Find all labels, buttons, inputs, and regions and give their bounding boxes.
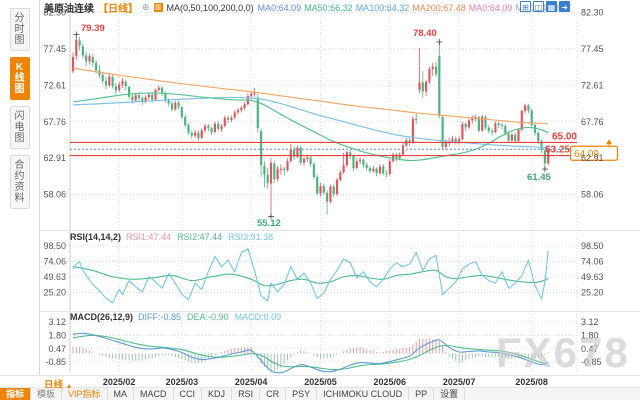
svg-text:58.06: 58.06	[43, 190, 66, 200]
toolbar-item-PSY[interactable]: PSY	[286, 388, 317, 400]
date-tick: 2025/04	[220, 377, 282, 387]
toolbar-item-CR[interactable]: CR	[260, 388, 286, 400]
sidebar-tab-2[interactable]: 闪电图	[10, 106, 30, 149]
svg-text:77.45: 77.45	[581, 44, 604, 54]
indicator-params: MACD(26,12,9)	[70, 312, 133, 322]
toolbar-item-模板[interactable]: 模板	[31, 388, 62, 400]
sidebar-tab-0[interactable]: 分时图	[10, 8, 30, 51]
svg-text:55.12: 55.12	[257, 218, 281, 229]
toolbar-item-KDJ[interactable]: KDJ	[202, 388, 232, 400]
svg-text:67.76: 67.76	[581, 117, 604, 127]
candlestick-chart[interactable]: 65.0063.2564.0979.3978.4055.1261.4582.30…	[0, 0, 640, 400]
sidebar: 分时图 K线图闪电图合约资料	[0, 0, 40, 388]
date-tick: 2025/06	[359, 377, 421, 387]
rsi-legend: RSI(14,14,2) RSI1:47.44 RSI2:47.44 RSI3:91.…	[70, 232, 279, 242]
svg-text:1.80: 1.80	[581, 330, 599, 340]
svg-text:49.63: 49.63	[43, 272, 66, 282]
indicator-value: RSI1:47.44	[126, 232, 171, 242]
indicator-value: RSI3:91.38	[228, 232, 273, 242]
ma-values: MA0:64.09MA50:66.32MA100:64.32MA200:67.4…	[258, 3, 562, 13]
toolbar-item-ICHIMOKU CLOUD[interactable]: ICHIMOKU CLOUD	[317, 388, 409, 400]
indicator-value: RSI2:47.44	[177, 232, 222, 242]
expand-icon[interactable]: ➜	[559, 1, 570, 12]
macd-legend: MACD(26,12,9) DIFF:-0.85 DEA:-0.90 MACD:0.0…	[70, 312, 287, 322]
svg-text:0.47: 0.47	[581, 344, 599, 354]
svg-text:-0.85: -0.85	[45, 357, 66, 367]
toolbar-item-VIP指标[interactable]: VIP指标	[62, 388, 108, 400]
line-chart-icon[interactable]: ◫	[533, 1, 544, 12]
toolbar-item-MA[interactable]: MA	[108, 388, 135, 400]
ma-value: MA100:64.32	[356, 3, 410, 13]
indicator-value: MACD:0.09	[235, 312, 282, 322]
ma-value: MA0:64.09	[258, 3, 302, 13]
indicator-params: RSI(14,14,2)	[70, 232, 121, 242]
svg-text:49.63: 49.63	[581, 272, 604, 282]
chart-app: 65.0063.2564.0979.3978.4055.1261.4582.30…	[0, 0, 640, 400]
svg-text:74.06: 74.06	[43, 256, 66, 266]
svg-text:3.12: 3.12	[48, 317, 66, 327]
date-tick: 2025/05	[290, 377, 352, 387]
svg-text:62.91: 62.91	[581, 153, 604, 163]
toolbar-item-PP[interactable]: PP	[409, 388, 434, 400]
svg-text:58.06: 58.06	[581, 190, 604, 200]
sidebar-tab-1[interactable]: K线图	[10, 57, 30, 100]
date-tick: 2025/08	[501, 377, 563, 387]
svg-text:65.00: 65.00	[552, 131, 577, 142]
svg-text:63.25: 63.25	[545, 145, 570, 156]
ma-value: MA200:67.48	[412, 3, 466, 13]
toolbar-item-MACD[interactable]: MACD	[134, 388, 174, 400]
sidebar-tab-3[interactable]: 合约资料	[10, 155, 30, 209]
svg-text:79.39: 79.39	[81, 23, 105, 34]
svg-text:78.40: 78.40	[413, 28, 437, 39]
svg-text:72.61: 72.61	[581, 80, 604, 90]
toolbar-item-指标[interactable]: 指标	[0, 388, 31, 400]
svg-text:1.80: 1.80	[48, 330, 66, 340]
svg-text:-0.85: -0.85	[581, 357, 602, 367]
svg-text:25.20: 25.20	[581, 287, 604, 297]
svg-text:74.06: 74.06	[581, 256, 604, 266]
svg-text:98.50: 98.50	[43, 241, 66, 251]
symbol-title: 美原油连续	[44, 0, 94, 15]
indicator-value: DIFF:-0.85	[138, 312, 181, 322]
indicator-value: DEA:-0.90	[187, 312, 229, 322]
date-tick: 2025/07	[428, 377, 490, 387]
area-chart-icon[interactable]: ▦	[546, 1, 557, 12]
header-icon-group: ⊞◫▦➜	[520, 1, 570, 12]
date-axis: 日线 ▲ 2025/022025/032025/042025/052025/06…	[0, 375, 640, 388]
svg-text:25.20: 25.20	[43, 287, 66, 297]
svg-text:98.50: 98.50	[581, 241, 604, 251]
svg-text:77.45: 77.45	[43, 44, 66, 54]
toolbar-item-RSI[interactable]: RSI	[232, 388, 260, 400]
indicator-icon[interactable]: ▥	[154, 3, 163, 12]
layout-grid-icon[interactable]: ⊞	[520, 1, 531, 12]
indicator-toolbar: 指标模板VIP指标MAMACDCCIKDJRSICRPSYICHIMOKU CL…	[0, 388, 640, 400]
svg-text:67.76: 67.76	[43, 117, 66, 127]
period-label: 【日线】	[98, 0, 138, 15]
ma-settings[interactable]: MA(0,50,100,200,0,0)	[167, 3, 254, 13]
svg-text:3.12: 3.12	[581, 317, 599, 327]
ma-value: MA0:64.09	[469, 3, 513, 13]
date-tick: 2025/02	[88, 377, 150, 387]
date-tick: 2025/03	[151, 377, 213, 387]
svg-text:0.47: 0.47	[48, 344, 66, 354]
toolbar-item-CCI[interactable]: CCI	[174, 388, 203, 400]
add-indicator-icon[interactable]: ⊕	[142, 2, 150, 13]
svg-text:62.91: 62.91	[43, 153, 66, 163]
toolbar-item-设置[interactable]: 设置	[434, 388, 465, 400]
ma-value: MA50:66.32	[304, 3, 353, 13]
svg-text:72.61: 72.61	[43, 80, 66, 90]
svg-text:61.45: 61.45	[527, 172, 551, 183]
